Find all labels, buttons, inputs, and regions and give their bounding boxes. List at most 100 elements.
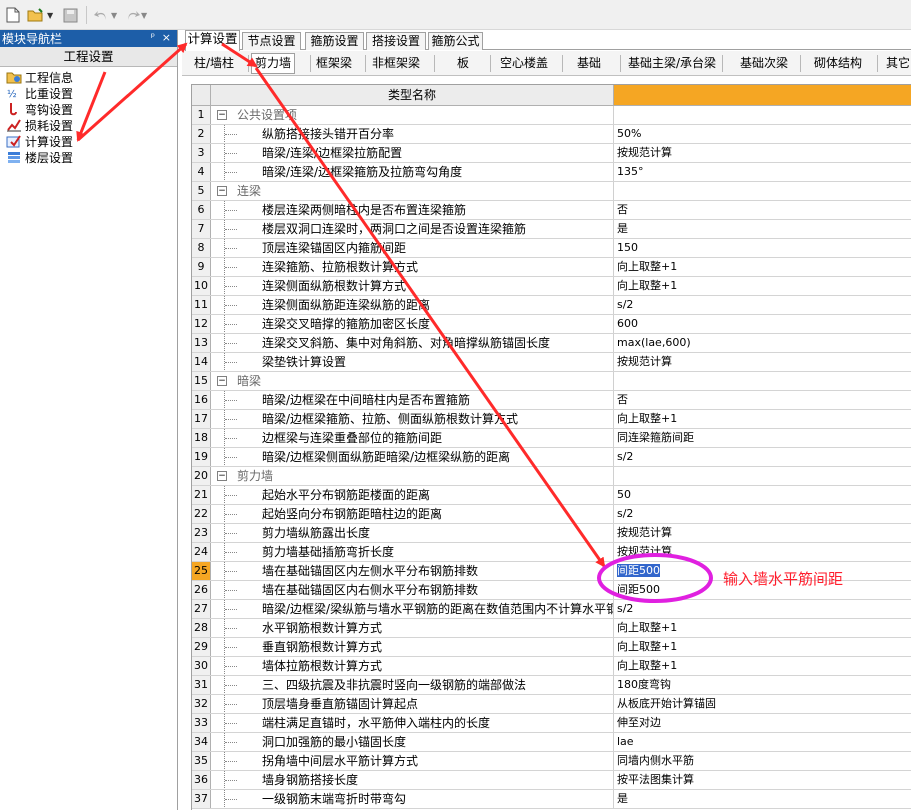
collapse-icon[interactable]: − (217, 110, 227, 120)
table-row[interactable]: 35 拐角墙中间层水平筋计算方式 同墙内侧水平筋 (192, 752, 911, 771)
nav-item-5[interactable]: 楼层设置 (0, 149, 177, 165)
row-value-cell[interactable]: 否 (614, 391, 911, 409)
row-value-cell[interactable]: 180度弯钩 (614, 676, 911, 694)
tab-sub-1[interactable]: 剪力墙 (251, 53, 296, 74)
table-row[interactable]: 9 连梁箍筋、拉筋根数计算方式 向上取整+1 (192, 258, 911, 277)
table-row[interactable]: 4 暗梁/连梁/边框梁箍筋及拉筋弯勾角度 135° (192, 163, 911, 182)
grid-group-row[interactable]: 20− 剪力墙 (192, 467, 911, 486)
table-row[interactable]: 12 连梁交叉暗撑的箍筋加密区长度 600 (192, 315, 911, 334)
collapse-icon[interactable]: − (217, 376, 227, 386)
row-value-cell[interactable]: 按规范计算 (614, 144, 911, 162)
row-value-cell[interactable]: 是 (614, 220, 911, 238)
grid-group-row[interactable]: 1− 公共设置项 (192, 106, 911, 125)
table-row[interactable]: 18 边框梁与连梁重叠部位的箍筋间距 同连梁箍筋间距 (192, 429, 911, 448)
table-row[interactable]: 37 一级钢筋末端弯折时带弯勾 是 (192, 790, 911, 809)
table-row[interactable]: 8 顶层连梁锚固区内箍筋间距 150 (192, 239, 911, 258)
row-value-cell[interactable]: 按规范计算 (614, 543, 911, 561)
table-row[interactable]: 27 暗梁/边框梁/梁纵筋与墙水平钢筋的距离在数值范围内不计算水平钢 s/2 (192, 600, 911, 619)
undo-dropdown-icon[interactable]: ▼ (111, 6, 117, 24)
row-value-cell[interactable]: 按规范计算 (614, 524, 911, 542)
tab-sub-10[interactable]: 其它 (886, 53, 910, 74)
table-row[interactable]: 6 楼层连梁两侧暗柱内是否布置连梁箍筋 否 (192, 201, 911, 220)
open-dropdown-icon[interactable]: ▼ (47, 6, 53, 24)
table-row[interactable]: 23 剪力墙纵筋露出长度 按规范计算 (192, 524, 911, 543)
table-row[interactable]: 34 洞口加强筋的最小锚固长度 lae (192, 733, 911, 752)
table-row[interactable]: 21 起始水平分布钢筋距楼面的距离 50 (192, 486, 911, 505)
row-value-cell[interactable]: 向上取整+1 (614, 258, 911, 276)
row-value-cell[interactable]: 向上取整+1 (614, 277, 911, 295)
table-row[interactable]: 2 纵筋搭接接头错开百分率 50% (192, 125, 911, 144)
pin-icon[interactable]: ᵖ (151, 32, 155, 43)
close-icon[interactable]: × (162, 31, 171, 44)
row-value-cell[interactable]: 按平法图集计算 (614, 771, 911, 789)
tab-sub-6[interactable]: 基础 (577, 53, 601, 74)
row-value-cell[interactable]: 伸至对边 (614, 714, 911, 732)
nav-item-4[interactable]: 计算设置 (0, 133, 177, 149)
row-value-cell[interactable]: 同连梁箍筋间距 (614, 429, 911, 447)
tab-sub-4[interactable]: 板 (457, 53, 469, 74)
collapse-icon[interactable]: − (217, 186, 227, 196)
table-row[interactable]: 17 暗梁/边框梁箍筋、拉筋、侧面纵筋根数计算方式 向上取整+1 (192, 410, 911, 429)
save-icon[interactable] (63, 6, 78, 24)
tab-sub-8[interactable]: 基础次梁 (740, 53, 788, 74)
tab-top-1[interactable]: 节点设置 (242, 32, 301, 50)
row-value-cell[interactable]: 向上取整+1 (614, 657, 911, 675)
table-row[interactable]: 22 起始竖向分布钢筋距暗柱边的距离 s/2 (192, 505, 911, 524)
row-value-cell[interactable]: 否 (614, 201, 911, 219)
table-row[interactable]: 14 梁垫铁计算设置 按规范计算 (192, 353, 911, 372)
tab-top-4[interactable]: 箍筋公式 (428, 32, 483, 50)
table-row[interactable]: 3 暗梁/连梁/边框梁拉筋配置 按规范计算 (192, 144, 911, 163)
row-value-cell[interactable] (614, 467, 911, 485)
table-row[interactable]: 33 端柱满足直锚时，水平筋伸入端柱内的长度 伸至对边 (192, 714, 911, 733)
row-value-cell[interactable]: 按规范计算 (614, 353, 911, 371)
table-row[interactable]: 32 顶层墙身垂直筋锚固计算起点 从板底开始计算锚固 (192, 695, 911, 714)
nav-item-0[interactable]: 工程信息 (0, 69, 177, 85)
new-file-icon[interactable] (6, 6, 20, 24)
row-value-cell[interactable]: 600 (614, 315, 911, 333)
table-row[interactable]: 11 连梁侧面纵筋距连梁纵筋的距离 s/2 (192, 296, 911, 315)
table-row[interactable]: 28 水平钢筋根数计算方式 向上取整+1 (192, 619, 911, 638)
open-folder-icon[interactable] (27, 6, 45, 24)
collapse-icon[interactable]: − (217, 471, 227, 481)
redo-icon[interactable] (125, 6, 141, 24)
row-value-cell[interactable]: 50% (614, 125, 911, 143)
row-value-cell[interactable]: 向上取整+1 (614, 619, 911, 637)
nav-item-1[interactable]: ½ 比重设置 (0, 85, 177, 101)
row-value-cell[interactable] (614, 372, 911, 390)
tab-top-3[interactable]: 搭接设置 (366, 32, 426, 50)
undo-icon[interactable] (93, 6, 109, 24)
table-row[interactable]: 13 连梁交叉斜筋、集中对角斜筋、对角暗撑纵筋锚固长度 max(lae,600) (192, 334, 911, 353)
row-value-cell[interactable] (614, 182, 911, 200)
nav-item-2[interactable]: 弯钩设置 (0, 101, 177, 117)
tab-top-0[interactable]: 计算设置 (185, 30, 240, 51)
redo-dropdown-icon[interactable]: ▼ (141, 6, 147, 24)
row-value-cell[interactable]: 135° (614, 163, 911, 181)
row-value-cell[interactable]: 是 (614, 790, 911, 808)
row-value-cell[interactable]: s/2 (614, 296, 911, 314)
row-value-cell[interactable]: 向上取整+1 (614, 410, 911, 428)
tab-sub-2[interactable]: 框架梁 (316, 53, 352, 74)
tab-sub-0[interactable]: 柱/墙柱 (194, 53, 234, 74)
tab-sub-5[interactable]: 空心楼盖 (500, 53, 548, 74)
grid-group-row[interactable]: 5− 连梁 (192, 182, 911, 201)
nav-section-header[interactable]: 工程设置 (0, 47, 177, 67)
row-value-cell[interactable]: s/2 (614, 505, 911, 523)
table-row[interactable]: 30 墙体拉筋根数计算方式 向上取整+1 (192, 657, 911, 676)
row-value-cell[interactable]: 从板底开始计算锚固 (614, 695, 911, 713)
table-row[interactable]: 19 暗梁/边框梁侧面纵筋距暗梁/边框梁纵筋的距离 s/2 (192, 448, 911, 467)
row-value-cell[interactable]: 150 (614, 239, 911, 257)
tab-sub-9[interactable]: 砌体结构 (814, 53, 862, 74)
row-value-cell[interactable]: 同墙内侧水平筋 (614, 752, 911, 770)
nav-item-3[interactable]: 损耗设置 (0, 117, 177, 133)
table-row[interactable]: 36 墙身钢筋搭接长度 按平法图集计算 (192, 771, 911, 790)
grid-group-row[interactable]: 15− 暗梁 (192, 372, 911, 391)
row-value-cell[interactable]: s/2 (614, 600, 911, 618)
tab-sub-7[interactable]: 基础主梁/承台梁 (628, 53, 716, 74)
tab-sub-3[interactable]: 非框架梁 (372, 53, 420, 74)
table-row[interactable]: 31 三、四级抗震及非抗震时竖向一级钢筋的端部做法 180度弯钩 (192, 676, 911, 695)
table-row[interactable]: 24 剪力墙基础插筋弯折长度 按规范计算 (192, 543, 911, 562)
row-value-cell[interactable] (614, 106, 911, 124)
row-value-cell[interactable]: 向上取整+1 (614, 638, 911, 656)
table-row[interactable]: 7 楼层双洞口连梁时，两洞口之间是否设置连梁箍筋 是 (192, 220, 911, 239)
row-value-cell[interactable]: lae (614, 733, 911, 751)
